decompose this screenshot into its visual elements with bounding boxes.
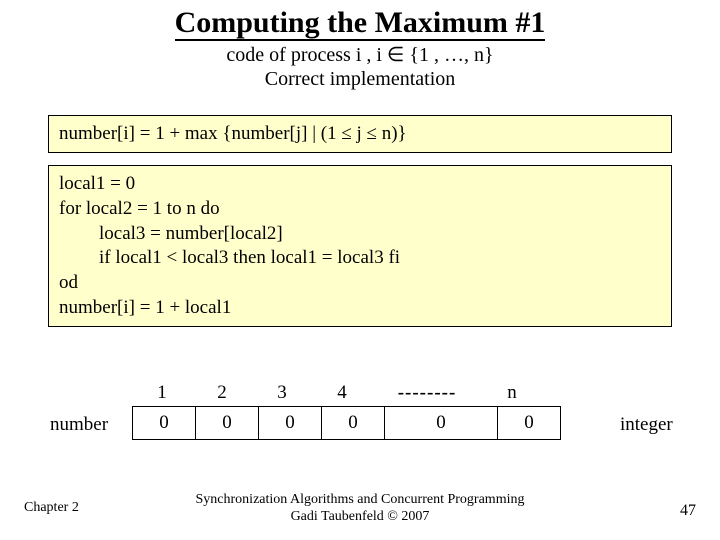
code-line: for local2 = 1 to n do	[59, 197, 661, 222]
pseudocode-box: local1 = 0 for local2 = 1 to n do local3…	[48, 165, 672, 327]
array-cell: 0	[259, 407, 322, 440]
footer-center-l2: Gadi Taubenfeld © 2007	[291, 509, 430, 524]
index-cell: 1	[132, 382, 192, 404]
slide-title: Computing the Maximum #1	[0, 6, 720, 41]
array-cell: 0	[133, 407, 196, 440]
code-line: local1 = 0	[59, 172, 661, 197]
array-cell: 0	[385, 407, 498, 440]
array-cell: 0	[498, 407, 561, 440]
code-line: local3 = number[local2]	[59, 222, 661, 247]
footer-center: Synchronization Algorithms and Concurren…	[0, 492, 720, 526]
index-cell: 4	[312, 382, 372, 404]
formula-box: number[i] = 1 + max {number[j] | (1 ≤ j …	[48, 115, 672, 154]
array-cell: 0	[196, 407, 259, 440]
index-cell: n	[482, 382, 542, 404]
code-line: if local1 < local3 then local1 = local3 …	[59, 246, 661, 271]
array-indices: 1 2 3 4 -------- n	[132, 382, 542, 404]
array-label-left: number	[50, 414, 108, 436]
index-cell: 3	[252, 382, 312, 404]
formula-text: number[i] = 1 + max {number[j] | (1 ≤ j …	[59, 123, 407, 144]
subtitle-line2: Correct implementation	[265, 68, 456, 90]
subtitle: code of process i , i ∈ {1 , …, n} Corre…	[0, 43, 720, 91]
index-dashes: --------	[372, 382, 482, 404]
subtitle-line1: code of process i , i ∈ {1 , …, n}	[226, 44, 493, 66]
footer-center-l1: Synchronization Algorithms and Concurren…	[196, 492, 525, 507]
array-cell: 0	[322, 407, 385, 440]
footer-right: 47	[680, 502, 696, 520]
array-label-right: integer	[620, 414, 673, 436]
index-cell: 2	[192, 382, 252, 404]
code-line: number[i] = 1 + local1	[59, 296, 661, 321]
array-cells: 0 0 0 0 0 0	[132, 406, 561, 440]
code-line: od	[59, 271, 661, 296]
